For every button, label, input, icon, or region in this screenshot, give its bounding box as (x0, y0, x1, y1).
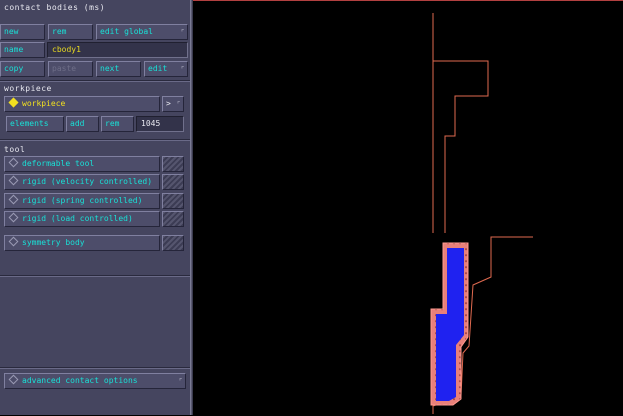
edit-global-label: edit global (100, 27, 153, 36)
advanced-contact-options-button[interactable]: advanced contact options ⌜ (4, 373, 186, 389)
new-button[interactable]: new (0, 24, 45, 40)
radio-diamond-icon (8, 157, 19, 168)
workpiece-section-title: workpiece (4, 84, 52, 93)
rem-button[interactable]: rem (48, 24, 93, 40)
corner-marker-icon: ⌜ (180, 28, 185, 36)
tool-option-disabled-button (162, 193, 184, 209)
tool-option-deformable[interactable]: deformable tool (4, 156, 160, 172)
section-divider (0, 139, 190, 140)
elements-add-button[interactable]: add (66, 116, 99, 132)
radio-diamond-icon (8, 194, 19, 205)
radio-diamond-icon (8, 212, 19, 223)
tool-option-label: rigid (spring controlled) (22, 196, 143, 205)
tool-option-rigid-velocity[interactable]: rigid (velocity controlled) (4, 174, 160, 190)
edit-button[interactable]: edit ⌜ (144, 61, 188, 77)
edit-global-button[interactable]: edit global ⌜ (96, 24, 188, 40)
next-button[interactable]: next (96, 61, 141, 77)
radio-diamond-icon (8, 236, 19, 247)
name-label: name (0, 42, 45, 58)
tool-option-rigid-spring[interactable]: rigid (spring controlled) (4, 193, 160, 209)
paste-button[interactable]: paste (48, 61, 93, 77)
workpiece-option-label: workpiece (22, 99, 66, 108)
radio-diamond-icon (8, 175, 19, 186)
tool-option-label: rigid (load controlled) (22, 214, 133, 223)
advanced-contact-options-label: advanced contact options (22, 376, 138, 385)
corner-marker-icon: ⌜ (178, 377, 183, 385)
radio-diamond-selected-icon (8, 97, 19, 108)
tool-option-label: deformable tool (22, 159, 95, 168)
name-field[interactable]: cbody1 (47, 42, 188, 58)
section-divider (0, 80, 190, 81)
tool-option-disabled-button (162, 235, 184, 251)
workpiece-arrow-button[interactable]: > ⌜ (162, 96, 184, 112)
workpiece-option[interactable]: workpiece (4, 96, 160, 112)
contact-bodies-panel: contact bodies (ms) new rem edit global … (0, 0, 190, 415)
section-divider (0, 275, 190, 276)
tool-option-label: symmetry body (22, 238, 85, 247)
corner-marker-icon: ⌜ (176, 100, 181, 108)
arrow-right-icon: > (166, 99, 171, 108)
radio-diamond-icon (8, 374, 19, 385)
tool-option-label: rigid (velocity controlled) (22, 177, 153, 186)
panel-title: contact bodies (ms) (4, 3, 106, 12)
section-divider (0, 367, 190, 368)
elements-rem-button[interactable]: rem (101, 116, 134, 132)
tool-option-rigid-load[interactable]: rigid (load controlled) (4, 211, 160, 227)
elements-label: elements (6, 116, 64, 132)
elements-count: 1045 (136, 116, 184, 132)
model-canvas: * (430, 13, 533, 414)
corner-marker-icon: ⌜ (180, 65, 185, 73)
copy-button[interactable]: copy (0, 61, 45, 77)
tool-option-disabled-button (162, 211, 184, 227)
tool-section-title: tool (4, 145, 26, 154)
tool-option-disabled-button (162, 174, 184, 190)
tool-option-symmetry[interactable]: symmetry body (4, 235, 160, 251)
edit-label: edit (148, 64, 168, 73)
upper-tool-profile (432, 13, 489, 233)
tool-option-disabled-button (162, 156, 184, 172)
model-viewport[interactable]: * (193, 0, 623, 415)
